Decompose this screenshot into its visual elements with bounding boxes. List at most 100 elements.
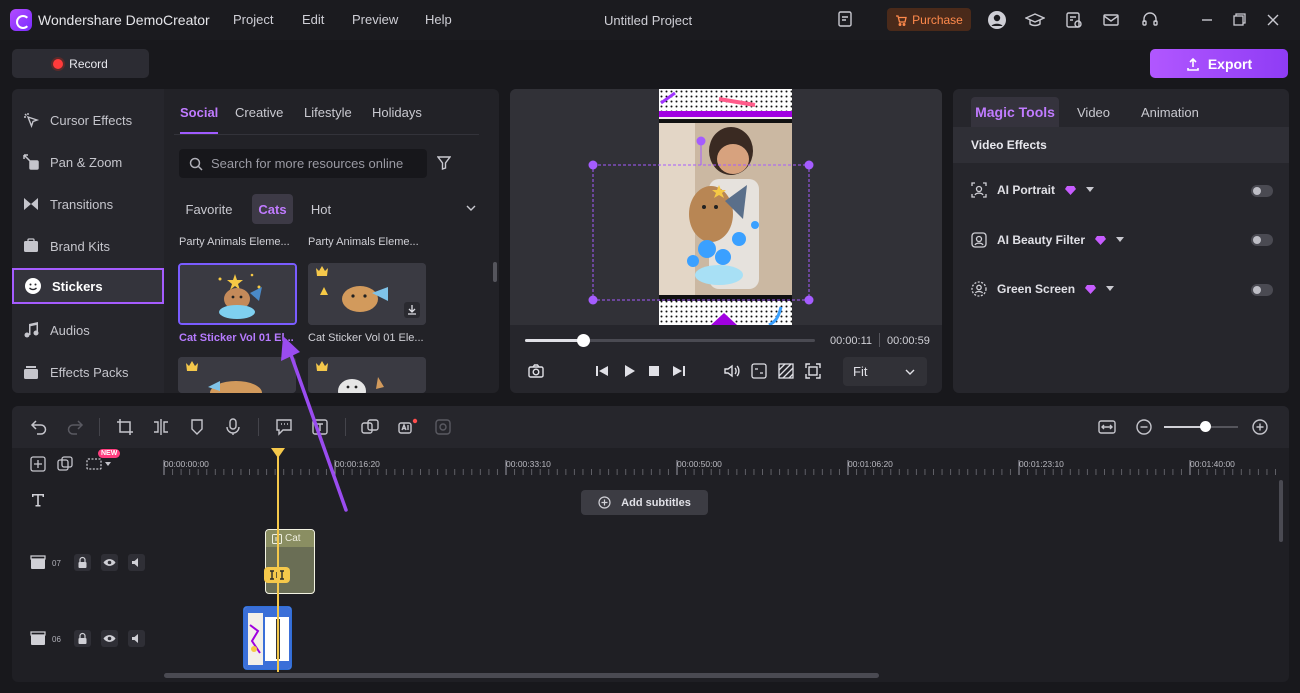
previous-frame-icon[interactable] xyxy=(593,362,613,382)
effect-row-ai-portrait[interactable]: AI Portrait xyxy=(971,180,1095,200)
toolbar-divider xyxy=(258,418,259,436)
preview-canvas[interactable] xyxy=(510,89,942,325)
play-icon[interactable] xyxy=(620,362,640,382)
add-subtitles-button[interactable]: Add subtitles xyxy=(581,490,708,515)
maximize-icon[interactable] xyxy=(1229,10,1249,30)
tab-social[interactable]: Social xyxy=(180,105,218,120)
nav-audios[interactable]: Audios xyxy=(12,312,164,348)
nav-pan-zoom[interactable]: Pan & Zoom xyxy=(12,144,164,180)
close-icon[interactable] xyxy=(1263,10,1283,30)
volume-icon[interactable] xyxy=(723,362,743,382)
microphone-icon[interactable] xyxy=(224,418,242,436)
nav-effects-packs[interactable]: Effects Packs xyxy=(12,354,164,390)
stop-icon[interactable] xyxy=(645,362,665,382)
sticker-clip[interactable]: Cat xyxy=(265,529,315,594)
user-avatar-icon[interactable] xyxy=(987,10,1007,30)
redo-icon[interactable] xyxy=(66,418,84,436)
sticker-item-cat-vol01-a[interactable] xyxy=(178,263,297,325)
effect-expand-chevron-icon[interactable] xyxy=(1106,286,1115,292)
undo-icon[interactable] xyxy=(30,418,48,436)
menu-project[interactable]: Project xyxy=(233,12,273,27)
video-clip[interactable] xyxy=(243,606,292,670)
crop-hatch-icon[interactable] xyxy=(777,362,797,382)
add-track-icon[interactable] xyxy=(30,456,46,472)
toolbar-divider xyxy=(99,418,100,436)
premium-crown-icon xyxy=(315,265,329,277)
timeline-horizontal-scrollbar[interactable] xyxy=(164,673,879,678)
search-input[interactable] xyxy=(211,156,421,171)
effect-expand-chevron-icon[interactable] xyxy=(1116,237,1125,243)
notes-icon[interactable] xyxy=(836,10,856,30)
tab-video[interactable]: Video xyxy=(1077,105,1110,120)
download-icon[interactable] xyxy=(404,302,420,318)
checklist-icon[interactable] xyxy=(1064,10,1084,30)
timeline-vertical-scrollbar[interactable] xyxy=(1279,480,1283,542)
tab-animation[interactable]: Animation xyxy=(1141,105,1199,120)
crop-icon[interactable] xyxy=(116,418,134,436)
tab-lifestyle[interactable]: Lifestyle xyxy=(304,105,352,120)
nav-stickers[interactable]: Stickers xyxy=(12,268,164,304)
library-scrollbar[interactable] xyxy=(493,262,497,282)
visibility-eye-icon[interactable] xyxy=(101,630,118,647)
nav-transitions[interactable]: Transitions xyxy=(12,186,164,222)
sticker-label-cat-b: Cat Sticker Vol 01 Ele... xyxy=(308,332,424,344)
copy-track-icon[interactable] xyxy=(57,456,73,472)
snap-select-icon[interactable] xyxy=(86,456,114,472)
aspect-ratio-icon[interactable] xyxy=(750,362,770,382)
search-box[interactable] xyxy=(179,149,427,178)
tab-magic-tools[interactable]: Magic Tools xyxy=(971,97,1059,127)
group-layers-icon[interactable] xyxy=(361,418,379,436)
toolbar-divider xyxy=(345,418,346,436)
menu-edit[interactable]: Edit xyxy=(302,12,324,27)
effect-row-ai-beauty-filter[interactable]: AI Beauty Filter xyxy=(971,230,1125,250)
playhead[interactable] xyxy=(277,452,279,672)
nav-cursor-effects[interactable]: Cursor Effects xyxy=(12,102,164,138)
split-icon[interactable] xyxy=(152,418,170,436)
category-favorite[interactable]: Favorite xyxy=(179,194,239,224)
toggle-ai-beauty-filter[interactable] xyxy=(1251,234,1273,246)
caption-bubble-icon[interactable] xyxy=(275,418,293,436)
timeline-panel: NEW 00:00:00:00 00:00:16:20 00:00:33:10 … xyxy=(12,406,1289,682)
category-expand-chevron-icon[interactable] xyxy=(466,204,476,212)
seek-bar-handle[interactable] xyxy=(577,334,590,347)
fit-timeline-icon[interactable] xyxy=(1098,418,1116,436)
sticker-selection-box[interactable] xyxy=(510,89,942,325)
zoom-out-icon[interactable] xyxy=(1135,418,1153,436)
nav-brand-kits[interactable]: Brand Kits xyxy=(12,228,164,264)
filter-icon[interactable] xyxy=(437,156,451,170)
support-headset-icon[interactable] xyxy=(1140,10,1160,30)
zoom-slider-handle[interactable] xyxy=(1199,421,1211,432)
lock-icon[interactable] xyxy=(74,554,91,571)
export-button[interactable]: Export xyxy=(1150,49,1288,78)
visibility-eye-icon[interactable] xyxy=(101,554,118,571)
green-screen-icon xyxy=(971,281,987,297)
fit-zoom-select[interactable]: Fit xyxy=(843,357,927,386)
time-ruler[interactable] xyxy=(162,454,1284,476)
tab-creative[interactable]: Creative xyxy=(235,105,283,120)
snapshot-camera-icon[interactable] xyxy=(527,362,547,382)
track-mute-speaker-icon[interactable] xyxy=(128,630,145,647)
effect-expand-chevron-icon[interactable] xyxy=(1086,187,1095,193)
tutorial-cap-icon[interactable] xyxy=(1025,10,1045,30)
marker-shield-icon[interactable] xyxy=(188,418,206,436)
zoom-in-icon[interactable] xyxy=(1251,418,1269,436)
category-hot[interactable]: Hot xyxy=(301,194,341,224)
record-button[interactable]: Record xyxy=(12,49,149,78)
effect-row-green-screen[interactable]: Green Screen xyxy=(971,279,1115,299)
mail-icon[interactable] xyxy=(1101,10,1121,30)
fullscreen-icon[interactable] xyxy=(804,362,824,382)
toggle-green-screen[interactable] xyxy=(1251,284,1273,296)
lock-icon[interactable] xyxy=(74,630,91,647)
record-dot-icon xyxy=(53,58,64,69)
purchase-button[interactable]: Purchase xyxy=(887,8,971,31)
tab-holidays[interactable]: Holidays xyxy=(372,105,422,120)
text-box-icon[interactable] xyxy=(311,418,329,436)
ai-tool-icon[interactable] xyxy=(398,418,418,436)
minimize-icon[interactable] xyxy=(1197,10,1217,30)
category-cats[interactable]: Cats xyxy=(252,194,293,224)
next-frame-icon[interactable] xyxy=(670,362,690,382)
track-mute-speaker-icon[interactable] xyxy=(128,554,145,571)
menu-help[interactable]: Help xyxy=(425,12,452,27)
menu-preview[interactable]: Preview xyxy=(352,12,398,27)
toggle-ai-portrait[interactable] xyxy=(1251,185,1273,197)
